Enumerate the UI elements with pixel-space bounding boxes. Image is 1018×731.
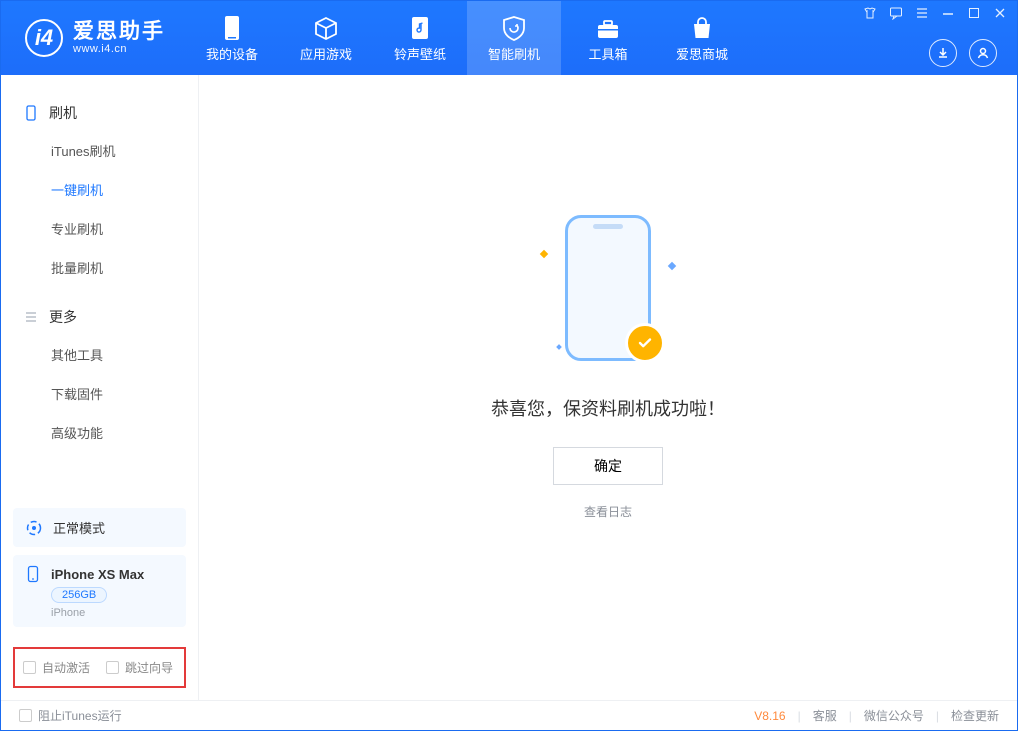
- phone-outline-icon: [25, 565, 43, 583]
- shirt-icon[interactable]: [863, 6, 877, 20]
- nav-label: 我的设备: [206, 44, 258, 63]
- skip-guide-checkbox[interactable]: 跳过向导: [106, 659, 173, 676]
- auto-activate-checkbox[interactable]: 自动激活: [23, 659, 90, 676]
- music-file-icon: [407, 14, 433, 44]
- nav-label: 铃声壁纸: [394, 44, 446, 63]
- sidebar-item-download-firmware[interactable]: 下载固件: [1, 374, 198, 413]
- checkbox-label: 阻止iTunes运行: [38, 707, 122, 724]
- phone-small-icon: [23, 105, 39, 121]
- menu-icon[interactable]: [915, 6, 929, 20]
- feedback-icon[interactable]: [889, 6, 903, 20]
- sidebar-item-other-tools[interactable]: 其他工具: [1, 335, 198, 374]
- window-controls: [863, 6, 1007, 20]
- checkbox-label: 跳过向导: [125, 659, 173, 676]
- minimize-button[interactable]: [941, 6, 955, 20]
- logo-icon: i4: [25, 19, 63, 57]
- close-button[interactable]: [993, 6, 1007, 20]
- sidebar-item-itunes-flash[interactable]: iTunes刷机: [1, 131, 198, 170]
- section-title: 刷机: [49, 103, 77, 123]
- capacity-badge: 256GB: [51, 587, 107, 603]
- nav-smart-flash[interactable]: 智能刷机: [467, 1, 561, 75]
- toolbox-icon: [593, 14, 623, 44]
- support-link[interactable]: 客服: [813, 707, 837, 724]
- sparkle-icon: [540, 250, 548, 258]
- nav-toolbox[interactable]: 工具箱: [561, 1, 655, 75]
- sidebar-section-flash: 刷机: [1, 95, 198, 131]
- maximize-button[interactable]: [967, 6, 981, 20]
- nav-label: 智能刷机: [488, 44, 540, 63]
- status-bar: 阻止iTunes运行 V8.16 | 客服 | 微信公众号 | 检查更新: [1, 700, 1017, 730]
- checkbox-icon: [23, 661, 36, 674]
- list-icon: [23, 309, 39, 325]
- mode-status-card[interactable]: 正常模式: [13, 508, 186, 547]
- device-icon: [219, 14, 245, 44]
- nav-label: 工具箱: [588, 44, 627, 63]
- wechat-link[interactable]: 微信公众号: [864, 707, 924, 724]
- shield-refresh-icon: [499, 14, 529, 44]
- ok-button[interactable]: 确定: [553, 447, 663, 485]
- options-highlight-box: 自动激活 跳过向导: [13, 647, 186, 688]
- nav-apps-games[interactable]: 应用游戏: [279, 1, 373, 75]
- logo: i4 爱思助手 www.i4.cn: [25, 19, 165, 57]
- sidebar: 刷机 iTunes刷机 一键刷机 专业刷机 批量刷机 更多 其他工具 下载固件 …: [1, 75, 199, 700]
- sidebar-item-pro-flash[interactable]: 专业刷机: [1, 209, 198, 248]
- block-itunes-checkbox[interactable]: 阻止iTunes运行: [19, 707, 122, 724]
- sidebar-section-more: 更多: [1, 299, 198, 335]
- checkbox-icon: [19, 709, 32, 722]
- user-circle-icon[interactable]: [969, 39, 997, 67]
- nav-label: 爱思商城: [676, 44, 728, 63]
- app-name: 爱思助手: [73, 21, 165, 43]
- section-title: 更多: [49, 307, 77, 327]
- header-action-icons: [929, 39, 997, 67]
- checkbox-label: 自动激活: [42, 659, 90, 676]
- success-panel: 恭喜您，保资料刷机成功啦！ 确定 查看日志: [491, 215, 725, 520]
- checkbox-icon: [106, 661, 119, 674]
- nav-my-device[interactable]: 我的设备: [185, 1, 279, 75]
- content-body: 刷机 iTunes刷机 一键刷机 专业刷机 批量刷机 更多 其他工具 下载固件 …: [1, 75, 1017, 700]
- sparkle-icon: [668, 262, 676, 270]
- sidebar-scroll: 刷机 iTunes刷机 一键刷机 专业刷机 批量刷机 更多 其他工具 下载固件 …: [1, 75, 198, 500]
- sidebar-item-batch-flash[interactable]: 批量刷机: [1, 248, 198, 287]
- check-update-link[interactable]: 检查更新: [951, 707, 999, 724]
- nav-label: 应用游戏: [300, 44, 352, 63]
- sidebar-item-onekey-flash[interactable]: 一键刷机: [1, 170, 198, 209]
- device-card[interactable]: iPhone XS Max 256GB iPhone: [13, 555, 186, 627]
- view-log-link[interactable]: 查看日志: [491, 503, 725, 520]
- success-message: 恭喜您，保资料刷机成功啦！: [491, 395, 725, 421]
- nav-store[interactable]: 爱思商城: [655, 1, 749, 75]
- sidebar-item-advanced[interactable]: 高级功能: [1, 413, 198, 452]
- app-subtitle: www.i4.cn: [73, 43, 165, 55]
- app-window: i4 爱思助手 www.i4.cn 我的设备 应用游戏 铃声壁纸 智能刷机: [0, 0, 1018, 731]
- version-label: V8.16: [754, 709, 785, 723]
- top-nav: 我的设备 应用游戏 铃声壁纸 智能刷机 工具箱 爱思商城: [185, 1, 749, 75]
- device-name: iPhone XS Max: [51, 567, 144, 582]
- statusbar-right: V8.16 | 客服 | 微信公众号 | 检查更新: [754, 707, 999, 724]
- cube-icon: [311, 14, 341, 44]
- check-badge-icon: [625, 323, 665, 363]
- device-type: iPhone: [51, 607, 174, 619]
- refresh-icon: [25, 519, 43, 537]
- bag-icon: [688, 14, 716, 44]
- title-bar: i4 爱思助手 www.i4.cn 我的设备 应用游戏 铃声壁纸 智能刷机: [1, 1, 1017, 75]
- nav-ringtones-wallpapers[interactable]: 铃声壁纸: [373, 1, 467, 75]
- sparkle-icon: [556, 344, 562, 350]
- mode-label: 正常模式: [53, 518, 105, 537]
- success-illustration: [513, 215, 703, 375]
- download-circle-icon[interactable]: [929, 39, 957, 67]
- main-panel: 恭喜您，保资料刷机成功啦！ 确定 查看日志: [199, 75, 1017, 700]
